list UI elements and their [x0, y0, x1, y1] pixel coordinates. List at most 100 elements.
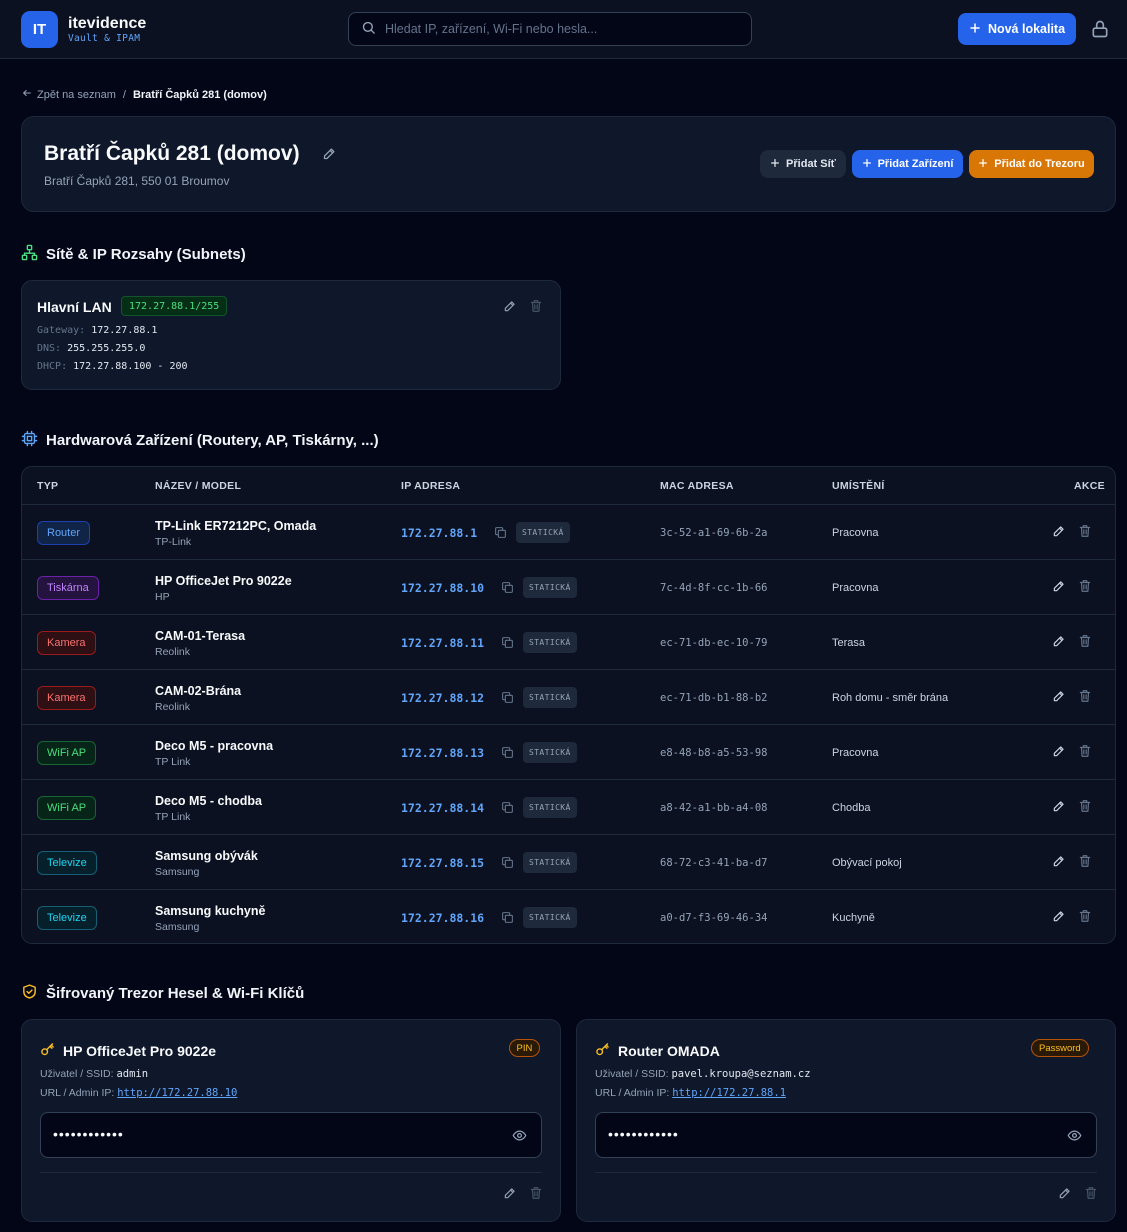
lock-icon[interactable]	[1090, 19, 1110, 39]
trash-icon[interactable]	[1078, 689, 1092, 706]
eye-icon[interactable]	[1067, 1128, 1082, 1146]
col-name: NÁZEV / MODEL	[155, 480, 242, 492]
trash-icon[interactable]	[1078, 799, 1092, 816]
trash-icon[interactable]	[529, 299, 543, 316]
url-link[interactable]: http://172.27.88.10	[117, 1087, 237, 1099]
device-name: Samsung kuchyně	[155, 904, 266, 918]
device-name: HP OfficeJet Pro 9022e	[155, 574, 292, 588]
eye-icon[interactable]	[512, 1128, 527, 1146]
add-device-button[interactable]: Přidat Zařízení	[852, 150, 963, 178]
device-ip[interactable]: 172.27.88.1	[401, 526, 477, 540]
copy-icon[interactable]	[501, 581, 514, 597]
device-mac: a8-42-a1-bb-a4-08	[660, 802, 768, 814]
plus-icon	[978, 158, 988, 171]
trash-icon[interactable]	[1078, 909, 1092, 926]
location-title: Bratří Čapků 281 (domov)	[44, 142, 300, 165]
pencil-icon[interactable]	[322, 146, 337, 164]
device-ip[interactable]: 172.27.88.15	[401, 856, 484, 870]
device-ip[interactable]: 172.27.88.14	[401, 801, 484, 815]
pencil-icon[interactable]	[1052, 854, 1066, 871]
url-link[interactable]: http://172.27.88.1	[672, 1087, 786, 1099]
password-field[interactable]: ••••••••••••	[595, 1112, 1097, 1158]
new-location-button[interactable]: Nová lokalita	[958, 13, 1076, 45]
device-model: TP Link	[155, 756, 191, 768]
device-type-badge: Tiskárna	[37, 576, 99, 600]
password-field[interactable]: ••••••••••••	[40, 1112, 542, 1158]
trash-icon[interactable]	[1084, 1186, 1098, 1203]
pencil-icon[interactable]	[1052, 689, 1066, 706]
table-row[interactable]: WiFi AP Deco M5 - pracovna TP Link 172.2…	[22, 725, 1115, 780]
trash-icon[interactable]	[1078, 854, 1092, 871]
device-ip[interactable]: 172.27.88.12	[401, 691, 484, 705]
subnet-gateway: Gateway: 172.27.88.1	[37, 325, 157, 336]
device-location: Chodba	[832, 802, 871, 814]
subnet-dns: DNS: 255.255.255.0	[37, 343, 145, 354]
device-location: Roh domu - směr brána	[832, 692, 949, 704]
device-ip[interactable]: 172.27.88.13	[401, 746, 484, 760]
table-row[interactable]: Router TP-Link ER7212PC, Omada TP-Link 1…	[22, 505, 1115, 560]
pencil-icon[interactable]	[1052, 799, 1066, 816]
chip-icon	[21, 430, 38, 451]
pencil-icon[interactable]	[503, 1186, 517, 1203]
copy-icon[interactable]	[501, 636, 514, 652]
pencil-icon[interactable]	[1052, 524, 1066, 541]
add-vault-button[interactable]: Přidat do Trezoru	[969, 150, 1094, 178]
table-row[interactable]: Tiskárna HP OfficeJet Pro 9022e HP 172.2…	[22, 560, 1115, 615]
trash-icon[interactable]	[1078, 634, 1092, 651]
device-ip[interactable]: 172.27.88.16	[401, 911, 484, 925]
device-mac: 3c-52-a1-69-6b-2a	[660, 527, 768, 539]
trash-icon[interactable]	[1078, 744, 1092, 761]
copy-icon[interactable]	[494, 526, 507, 542]
table-header: TYP NÁZEV / MODEL IP ADRESA MAC ADRESA U…	[22, 467, 1115, 505]
copy-icon[interactable]	[501, 911, 514, 927]
pencil-icon[interactable]	[1052, 579, 1066, 596]
vault-item-name: Router OMADA	[618, 1043, 720, 1059]
breadcrumb-separator: /	[122, 88, 126, 101]
device-ip[interactable]: 172.27.88.11	[401, 636, 484, 650]
device-location: Pracovna	[832, 747, 879, 759]
new-location-label: Nová lokalita	[987, 22, 1066, 36]
copy-icon[interactable]	[501, 801, 514, 817]
copy-icon[interactable]	[501, 746, 514, 762]
app-logo[interactable]: IT	[21, 11, 58, 48]
pencil-icon[interactable]	[1058, 1186, 1072, 1203]
table-row[interactable]: Televize Samsung obývák Samsung 172.27.8…	[22, 835, 1115, 890]
pencil-icon[interactable]	[1052, 744, 1066, 761]
dns-label: DNS:	[37, 343, 62, 354]
device-location: Pracovna	[832, 527, 879, 539]
device-model: Samsung	[155, 866, 200, 878]
search-bar[interactable]	[348, 12, 752, 46]
static-badge: STATICKÁ	[523, 632, 577, 653]
copy-icon[interactable]	[501, 856, 514, 872]
network-icon	[21, 244, 38, 265]
table-row[interactable]: WiFi AP Deco M5 - chodba TP Link 172.27.…	[22, 780, 1115, 835]
pencil-icon[interactable]	[1052, 909, 1066, 926]
device-mac: 7c-4d-8f-cc-1b-66	[660, 582, 768, 594]
table-row[interactable]: Kamera CAM-01-Terasa Reolink 172.27.88.1…	[22, 615, 1115, 670]
pencil-icon[interactable]	[503, 299, 517, 316]
static-badge: STATICKÁ	[516, 522, 570, 543]
vault-user-line: Uživatel / SSID: admin	[40, 1068, 148, 1080]
trash-icon[interactable]	[529, 1186, 543, 1203]
networks-section-title: Sítě & IP Rozsahy (Subnets)	[21, 244, 246, 265]
table-row[interactable]: Televize Samsung kuchyně Samsung 172.27.…	[22, 890, 1115, 943]
table-row[interactable]: Kamera CAM-02-Brána Reolink 172.27.88.12…	[22, 670, 1115, 725]
trash-icon[interactable]	[1078, 524, 1092, 541]
devices-table: TYP NÁZEV / MODEL IP ADRESA MAC ADRESA U…	[21, 466, 1116, 944]
shield-icon	[21, 983, 38, 1004]
add-network-label: Přidat Síť	[786, 158, 836, 170]
device-model: Reolink	[155, 701, 191, 713]
trash-icon[interactable]	[1078, 579, 1092, 596]
device-ip[interactable]: 172.27.88.10	[401, 581, 484, 595]
pencil-icon[interactable]	[1052, 634, 1066, 651]
subnet-dhcp: DHCP: 172.27.88.100 - 200	[37, 361, 188, 372]
key-icon	[40, 1042, 55, 1060]
device-type-badge: Televize	[37, 906, 97, 930]
copy-icon[interactable]	[501, 691, 514, 707]
static-badge: STATICKÁ	[523, 852, 577, 873]
search-input[interactable]	[385, 22, 725, 36]
vault-item-name: HP OfficeJet Pro 9022e	[63, 1043, 217, 1059]
arrow-left-icon	[22, 88, 32, 101]
back-link[interactable]: Zpět na seznam	[22, 88, 116, 101]
add-network-button[interactable]: Přidat Síť	[760, 150, 846, 178]
